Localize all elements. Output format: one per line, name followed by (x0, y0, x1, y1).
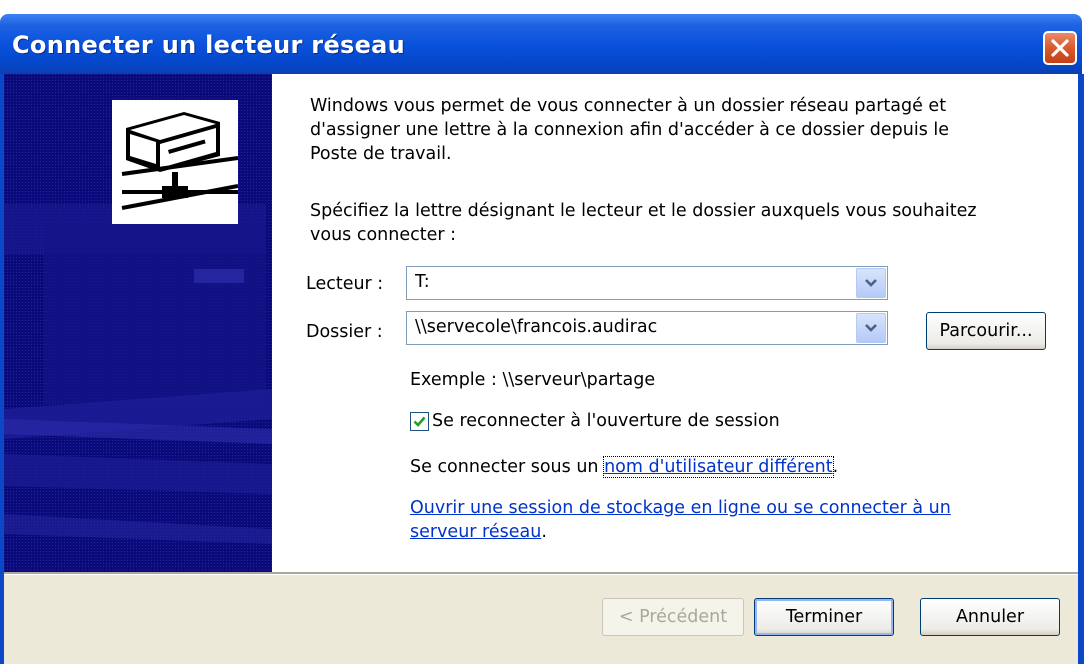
storage-link-line-1: Ouvrir une session de stockage en ligne … (410, 496, 951, 520)
connect-as-prefix: Se connecter sous un (410, 457, 605, 477)
checkmark-icon (413, 416, 426, 427)
back-button[interactable]: < Précédent (602, 598, 744, 636)
intro-line-2: d'assigner une lettre à la connexion afi… (310, 120, 950, 140)
window-frame-right (1078, 74, 1084, 664)
drive-select[interactable]: T: (406, 266, 888, 300)
different-user-link[interactable]: nom d'utilisateur différent (603, 456, 834, 478)
folder-dropdown-button[interactable] (856, 313, 886, 343)
reconnect-label[interactable]: Se reconnecter à l'ouverture de session (432, 409, 780, 433)
online-storage-link[interactable]: Ouvrir une session de stockage en ligne … (410, 498, 951, 518)
window-title: Connecter un lecteur réseau (12, 31, 406, 59)
close-icon (1051, 39, 1069, 57)
chevron-down-icon (865, 279, 877, 287)
wizard-side-panel (4, 74, 272, 572)
finish-button[interactable]: Terminer (754, 598, 894, 636)
browse-button[interactable]: Parcourir... (926, 312, 1046, 350)
instruction-line-2: vous connecter : (310, 225, 457, 245)
folder-example: Exemple : \\serveur\partage (410, 370, 656, 390)
network-drive-icon (112, 100, 239, 224)
storage-link-line-2: serveur réseau. (410, 520, 547, 544)
intro-line-1: Windows vous permet de vous connecter à … (310, 96, 947, 116)
instruction-line-1: Spécifiez la lettre désignant le lecteur… (310, 201, 977, 221)
drive-dropdown-button[interactable] (856, 268, 886, 298)
connect-as-text: Se connecter sous un nom d'utilisateur d… (410, 455, 838, 479)
wizard-footer: < Précédent Terminer Annuler (4, 575, 1078, 664)
map-network-drive-dialog: Connecter un lecteur réseau Windows vous… (0, 0, 1084, 664)
title-bar[interactable]: Connecter un lecteur réseau (0, 14, 1082, 74)
folder-input[interactable]: \\servecole\francois.audirac (406, 311, 888, 345)
drive-select-value: T: (415, 272, 430, 292)
online-storage-link-continued[interactable]: serveur réseau (410, 522, 541, 542)
connect-as-suffix: . (832, 457, 839, 477)
chevron-down-icon (865, 324, 877, 332)
drive-label: Lecteur : (306, 274, 384, 294)
folder-input-value: \\servecole\francois.audirac (415, 317, 658, 337)
close-button[interactable] (1043, 31, 1077, 65)
intro-line-3: Poste de travail. (310, 144, 452, 164)
cancel-button[interactable]: Annuler (920, 598, 1060, 636)
folder-label: Dossier : (306, 322, 383, 342)
reconnect-checkbox[interactable] (410, 412, 429, 431)
wizard-content: Windows vous permet de vous connecter à … (272, 74, 1078, 572)
storage-link-suffix: . (541, 522, 547, 542)
